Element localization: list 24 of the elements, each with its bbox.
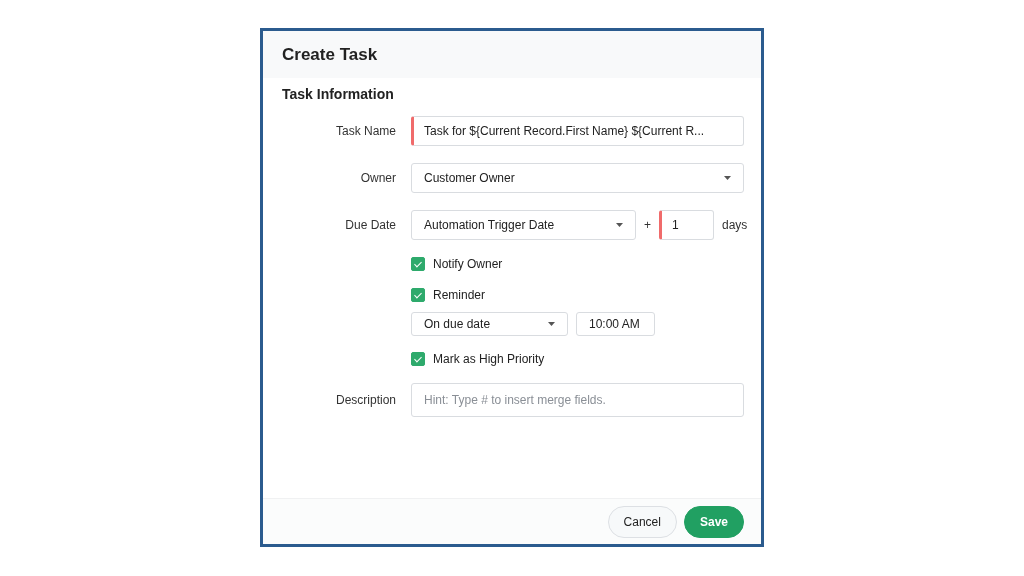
dropdown-caret-icon xyxy=(548,322,555,326)
field-label: Owner xyxy=(359,171,396,185)
dialog-title: Create Task xyxy=(282,44,378,65)
dropdown[interactable]: On due date xyxy=(411,312,568,336)
cancel-button[interactable]: Cancel xyxy=(607,505,677,538)
unit-label: days xyxy=(722,218,748,232)
field-label: Description xyxy=(334,393,396,407)
checkbox-label: Reminder xyxy=(433,288,486,302)
dropdown[interactable]: Automation Trigger Date xyxy=(411,210,636,240)
section-title: Task Information xyxy=(282,86,395,102)
checkbox-label: Notify Owner xyxy=(433,257,503,271)
dropdown[interactable]: Customer Owner xyxy=(411,163,744,193)
plus-sign: + xyxy=(644,218,651,232)
number-field[interactable]: 1 xyxy=(659,210,714,240)
checkbox[interactable] xyxy=(411,352,425,366)
checkbox-label: Mark as High Priority xyxy=(433,352,545,366)
field-label: Task Name xyxy=(334,124,396,138)
time-field[interactable]: 10:00 AM xyxy=(576,312,655,336)
dropdown-caret-icon xyxy=(724,176,731,180)
dropdown-caret-icon xyxy=(616,223,623,227)
text-field[interactable]: Task for ${Current Record.First Name} ${Current R... xyxy=(411,116,744,146)
checkbox[interactable] xyxy=(411,288,425,302)
field-label: Due Date xyxy=(344,218,396,232)
checkbox[interactable] xyxy=(411,257,425,271)
